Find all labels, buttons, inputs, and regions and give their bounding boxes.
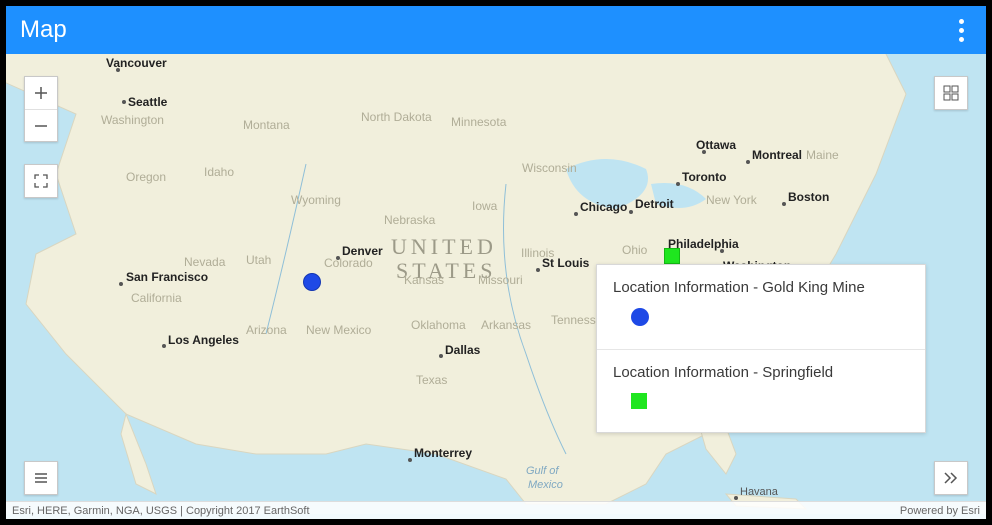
list-icon bbox=[33, 470, 49, 486]
svg-text:Utah: Utah bbox=[246, 253, 271, 267]
svg-text:Havana: Havana bbox=[740, 486, 779, 498]
legend-entry-title: Location Information - Gold King Mine bbox=[613, 279, 909, 296]
attribution-bar: Esri, HERE, Garmin, NGA, USGS | Copyrigh… bbox=[6, 501, 986, 519]
legend-panel: Location Information - Gold King Mine Lo… bbox=[596, 264, 926, 433]
marker-springfield[interactable] bbox=[664, 248, 680, 264]
more-options-button[interactable] bbox=[951, 11, 972, 50]
map-canvas[interactable]: UNITED STATES Washington Oregon Idaho Mo… bbox=[6, 54, 986, 519]
legend-collapse-button[interactable] bbox=[935, 462, 967, 494]
svg-text:Texas: Texas bbox=[416, 373, 447, 387]
attribution-right: Powered by Esri bbox=[900, 505, 980, 517]
svg-text:Kansas: Kansas bbox=[404, 273, 444, 287]
svg-text:Idaho: Idaho bbox=[204, 165, 234, 179]
svg-text:Toronto: Toronto bbox=[682, 170, 726, 184]
plus-icon bbox=[33, 85, 49, 101]
svg-text:Chicago: Chicago bbox=[580, 200, 627, 214]
svg-text:St Louis: St Louis bbox=[542, 256, 590, 270]
svg-text:North Dakota: North Dakota bbox=[361, 110, 432, 124]
svg-text:Vancouver: Vancouver bbox=[106, 56, 167, 70]
basemap-gallery-button[interactable] bbox=[935, 77, 967, 109]
svg-text:Minnesota: Minnesota bbox=[451, 115, 507, 129]
svg-text:California: California bbox=[131, 291, 182, 305]
svg-text:Montana: Montana bbox=[243, 118, 290, 132]
svg-text:Ottawa: Ottawa bbox=[696, 138, 736, 152]
svg-text:New York: New York bbox=[706, 193, 758, 207]
svg-text:Wisconsin: Wisconsin bbox=[522, 161, 577, 175]
app-title: Map bbox=[20, 16, 67, 44]
svg-text:Maine: Maine bbox=[806, 148, 839, 162]
zoom-out-button[interactable] bbox=[25, 109, 57, 141]
svg-text:Los Angeles: Los Angeles bbox=[168, 333, 239, 347]
svg-text:Seattle: Seattle bbox=[128, 95, 168, 109]
basemap-gallery-control bbox=[934, 76, 968, 110]
zoom-control bbox=[24, 76, 58, 142]
square-green-icon bbox=[631, 393, 647, 409]
app-frame: Map UNITED STATES bbox=[6, 6, 986, 519]
svg-text:Washington: Washington bbox=[101, 113, 164, 127]
svg-text:Gulf of: Gulf of bbox=[526, 465, 559, 477]
minus-icon bbox=[33, 118, 49, 134]
svg-text:Colorado: Colorado bbox=[324, 256, 373, 270]
svg-text:Dallas: Dallas bbox=[445, 343, 481, 357]
legend-entry: Location Information - Gold King Mine bbox=[597, 265, 925, 349]
svg-text:Missouri: Missouri bbox=[478, 273, 523, 287]
svg-text:Detroit: Detroit bbox=[635, 197, 674, 211]
layer-list-button[interactable] bbox=[25, 462, 57, 494]
legend-symbol bbox=[613, 308, 909, 331]
svg-text:Denver: Denver bbox=[342, 244, 383, 258]
layer-list-control bbox=[24, 461, 58, 495]
legend-symbol bbox=[613, 393, 909, 414]
svg-text:Wyoming: Wyoming bbox=[291, 193, 341, 207]
titlebar: Map bbox=[6, 6, 986, 54]
svg-text:Arkansas: Arkansas bbox=[481, 318, 531, 332]
chevron-right-double-icon bbox=[942, 470, 960, 486]
svg-text:Mexico: Mexico bbox=[528, 479, 563, 491]
zoom-in-button[interactable] bbox=[25, 77, 57, 109]
svg-text:Boston: Boston bbox=[788, 190, 829, 204]
svg-text:Monterrey: Monterrey bbox=[414, 446, 472, 460]
expand-icon bbox=[33, 173, 49, 189]
svg-text:Montreal: Montreal bbox=[752, 148, 802, 162]
fullscreen-control bbox=[24, 164, 58, 198]
fullscreen-button[interactable] bbox=[25, 165, 57, 197]
attribution-left: Esri, HERE, Garmin, NGA, USGS | Copyrigh… bbox=[12, 505, 310, 517]
svg-text:Nevada: Nevada bbox=[184, 255, 226, 269]
legend-entry: Location Information - Springfield bbox=[597, 349, 925, 432]
svg-text:Arizona: Arizona bbox=[246, 323, 287, 337]
svg-text:Nebraska: Nebraska bbox=[384, 213, 436, 227]
svg-text:Oregon: Oregon bbox=[126, 170, 166, 184]
circle-blue-icon bbox=[631, 308, 649, 326]
grid-icon bbox=[943, 85, 959, 101]
svg-text:Oklahoma: Oklahoma bbox=[411, 318, 466, 332]
legend-toggle-control bbox=[934, 461, 968, 495]
svg-text:New Mexico: New Mexico bbox=[306, 323, 372, 337]
svg-text:San Francisco: San Francisco bbox=[126, 270, 208, 284]
svg-text:Iowa: Iowa bbox=[472, 199, 498, 213]
marker-gold-king-mine[interactable] bbox=[303, 273, 321, 291]
svg-text:Ohio: Ohio bbox=[622, 243, 648, 257]
legend-entry-title: Location Information - Springfield bbox=[613, 364, 909, 381]
